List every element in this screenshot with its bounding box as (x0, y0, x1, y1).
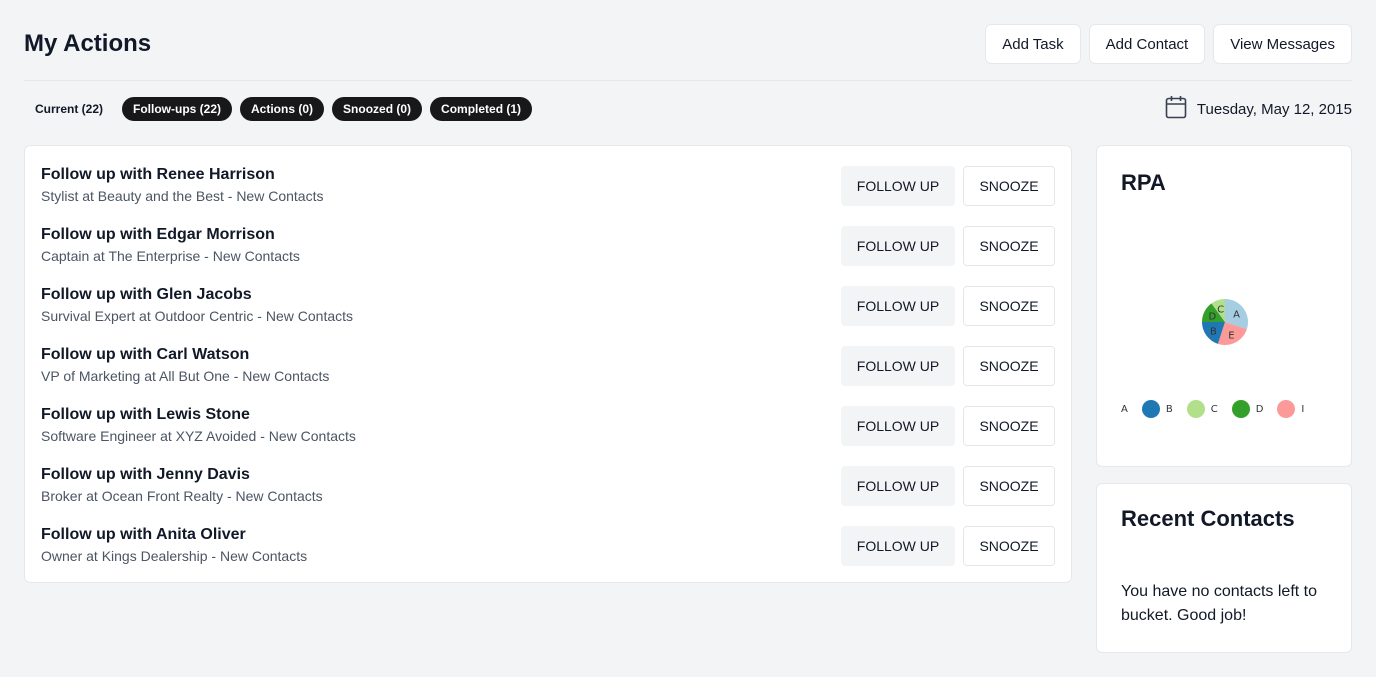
legend-item: I (1277, 400, 1304, 418)
legend-label: I (1301, 403, 1305, 415)
legend-dot (1231, 400, 1250, 418)
legend-label: B (1165, 403, 1173, 415)
add-contact-button[interactable]: Add Contact (1088, 24, 1206, 64)
action-subtitle: Stylist at Beauty and the Best - New Con… (41, 188, 324, 204)
snooze-button[interactable]: SNOOZE (963, 226, 1055, 266)
header-divider (24, 80, 1352, 81)
chart-legend: A B C D I (1121, 400, 1318, 418)
filter-snoozed[interactable]: Snoozed (0) (332, 97, 423, 121)
filter-actions[interactable]: Actions (0) (240, 97, 325, 121)
follow-up-button[interactable]: FOLLOW UP (841, 526, 955, 566)
action-title: Follow up with Renee Harrison (41, 166, 275, 183)
filter-completed[interactable]: Completed (1) (430, 97, 533, 121)
snooze-button[interactable]: SNOOZE (963, 346, 1055, 386)
date-display: Tuesday, May 12, 2015 (1165, 95, 1352, 124)
rpa-pie-chart: AEBDC (1202, 299, 1248, 345)
legend-label: D (1255, 403, 1264, 415)
legend-item: A (1121, 404, 1128, 415)
legend-label: A (1121, 403, 1128, 415)
recent-contacts-title: Recent Contacts (1121, 506, 1295, 531)
action-subtitle: Broker at Ocean Front Realty - New Conta… (41, 488, 323, 504)
header-actions: Add Task Add Contact View Messages (985, 24, 1352, 64)
action-title: Follow up with Jenny Davis (41, 466, 250, 483)
snooze-button[interactable]: SNOOZE (963, 466, 1055, 506)
legend-label: C (1210, 403, 1218, 415)
snooze-button[interactable]: SNOOZE (963, 406, 1055, 446)
filter-current[interactable]: Current (22) (24, 97, 114, 121)
current-date: Tuesday, May 12, 2015 (1196, 100, 1352, 118)
action-title: Follow up with Lewis Stone (41, 406, 250, 423)
follow-up-button[interactable]: FOLLOW UP (841, 286, 955, 326)
legend-item: C (1186, 400, 1218, 418)
actions-list: Follow up with Renee Harrison Stylist at… (24, 145, 1072, 583)
legend-dot (1186, 400, 1205, 418)
action-subtitle: Owner at Kings Dealership - New Contacts (41, 548, 308, 564)
list-item: Follow up with Edgar Morrison Captain at… (41, 224, 1055, 268)
legend-dot (1141, 400, 1160, 418)
list-item: Follow up with Anita Oliver Owner at Kin… (41, 524, 1055, 568)
snooze-button[interactable]: SNOOZE (963, 286, 1055, 326)
action-title: Follow up with Glen Jacobs (41, 286, 252, 303)
follow-up-button[interactable]: FOLLOW UP (841, 166, 955, 206)
action-title: Follow up with Carl Watson (41, 346, 250, 363)
recent-contacts-card: Recent Contacts You have no contacts lef… (1096, 483, 1352, 653)
view-messages-button[interactable]: View Messages (1213, 24, 1352, 64)
action-subtitle: VP of Marketing at All But One - New Con… (41, 368, 330, 384)
page-header: My Actions Add Task Add Contact View Mes… (24, 24, 1352, 64)
calendar-icon (1165, 95, 1187, 124)
list-item: Follow up with Glen Jacobs Survival Expe… (41, 284, 1055, 328)
legend-item: B (1141, 400, 1173, 418)
filter-tabs: Current (22) Follow-ups (22) Actions (0)… (24, 97, 533, 121)
action-title: Follow up with Edgar Morrison (41, 226, 275, 243)
follow-up-button[interactable]: FOLLOW UP (841, 406, 955, 446)
add-task-button[interactable]: Add Task (985, 24, 1081, 64)
legend-item: D (1231, 400, 1264, 418)
page-title: My Actions (24, 30, 152, 57)
list-item: Follow up with Lewis Stone Software Engi… (41, 404, 1055, 448)
follow-up-button[interactable]: FOLLOW UP (841, 226, 955, 266)
rpa-title: RPA (1121, 170, 1166, 195)
action-title: Follow up with Anita Oliver (41, 526, 246, 543)
snooze-button[interactable]: SNOOZE (963, 526, 1055, 566)
pie-slice-label: C (1217, 304, 1224, 315)
snooze-button[interactable]: SNOOZE (963, 166, 1055, 206)
list-item: Follow up with Renee Harrison Stylist at… (41, 164, 1055, 208)
filter-follow-ups[interactable]: Follow-ups (22) (122, 97, 233, 121)
recent-contacts-message: You have no contacts left to bucket. Goo… (1121, 583, 1317, 624)
follow-up-button[interactable]: FOLLOW UP (841, 466, 955, 506)
action-subtitle: Survival Expert at Outdoor Centric - New… (41, 308, 354, 324)
action-subtitle: Software Engineer at XYZ Avoided - New C… (41, 428, 356, 444)
rpa-card: RPA AEBDC A B C D I (1096, 145, 1352, 467)
action-subtitle: Captain at The Enterprise - New Contacts (41, 248, 300, 264)
list-item: Follow up with Jenny Davis Broker at Oce… (41, 464, 1055, 508)
list-item: Follow up with Carl Watson VP of Marketi… (41, 344, 1055, 388)
legend-dot (1277, 400, 1296, 418)
pie-slice-label: B (1210, 326, 1217, 337)
pie-slice-label: D (1208, 312, 1216, 323)
follow-up-button[interactable]: FOLLOW UP (841, 346, 955, 386)
pie-slice-label: A (1233, 310, 1240, 321)
pie-slice-label: E (1228, 331, 1234, 342)
